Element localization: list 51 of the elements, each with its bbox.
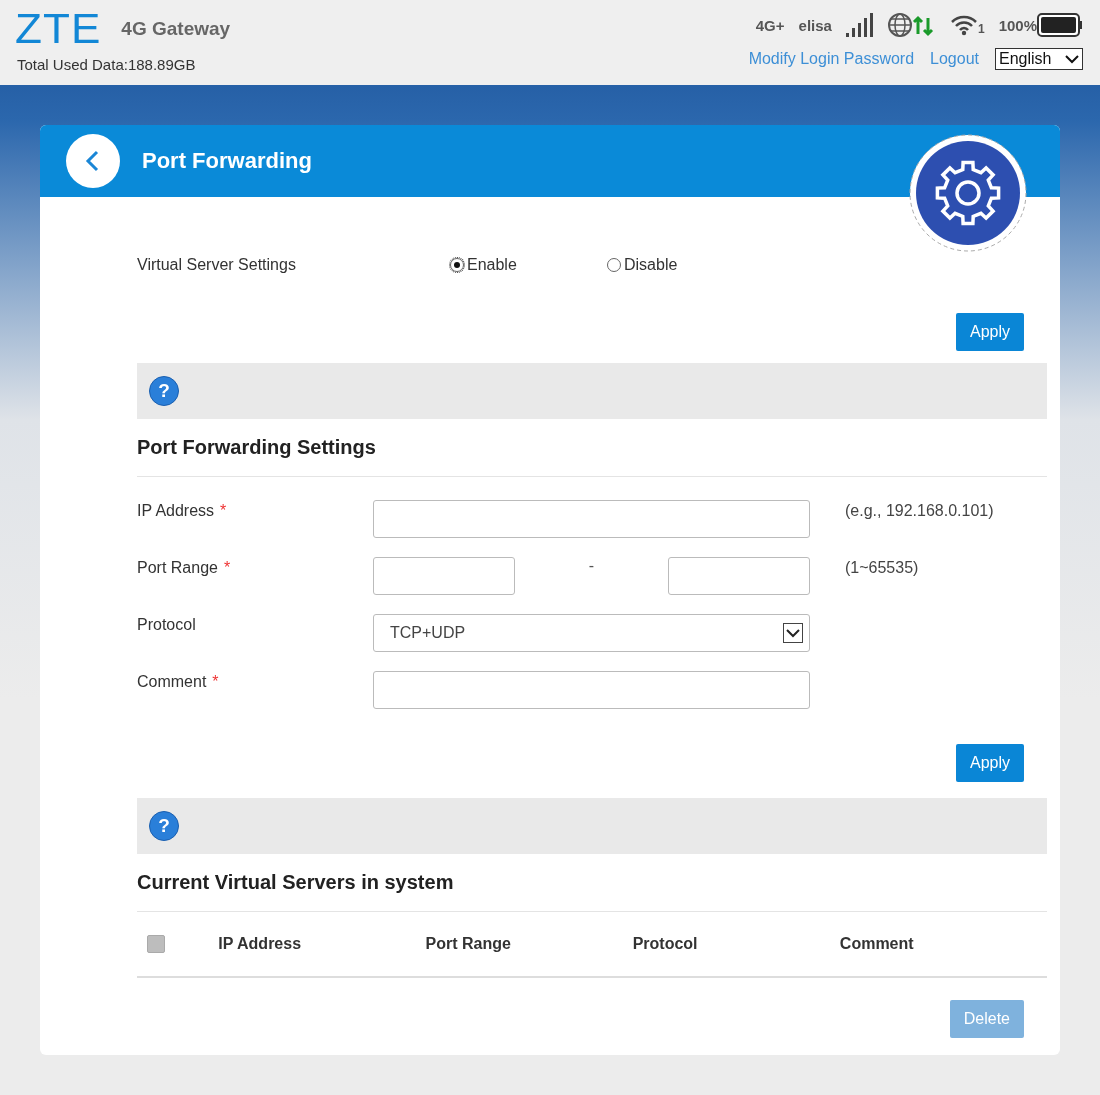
radio-label: Enable — [467, 256, 517, 274]
radio-button[interactable] — [450, 258, 464, 272]
column-header: Comment — [839, 935, 915, 953]
total-used-data: Total Used Data:188.89GB — [17, 56, 197, 73]
chevron-down-icon — [783, 623, 803, 643]
field-label: Port Range — [137, 559, 218, 577]
text-field[interactable] — [373, 671, 810, 709]
wifi-client-count: 1 — [977, 22, 985, 36]
section-title: Current Virtual Servers in system — [137, 854, 1047, 912]
field-hint: (1~65535) — [845, 558, 919, 577]
help-icon[interactable]: ? — [149, 811, 179, 841]
field-label: Comment — [137, 673, 207, 691]
operator-name: elisa — [798, 16, 832, 34]
back-button[interactable] — [66, 134, 120, 188]
section-title: Port Forwarding Settings — [137, 419, 1047, 477]
radio-option[interactable]: Disable — [607, 256, 764, 274]
apply-button[interactable]: Apply — [955, 313, 1024, 351]
apply-button[interactable]: Apply — [955, 744, 1024, 782]
radio-option[interactable]: Enable — [450, 256, 607, 274]
column-header: IP Address — [218, 935, 303, 953]
range-separator: - — [587, 557, 596, 576]
port-start-field[interactable] — [373, 557, 515, 595]
header-link[interactable]: Modify Login Password — [748, 50, 915, 68]
chevron-down-icon — [1065, 54, 1079, 64]
header-link[interactable]: Logout — [930, 50, 979, 68]
field-hint: (e.g., 192.168.0.101) — [845, 501, 994, 520]
globe-icon — [887, 12, 936, 38]
help-icon[interactable]: ? — [149, 376, 179, 406]
gear-icon — [908, 133, 1028, 253]
brand-logo: ZTE — [14, 8, 102, 50]
required-mark: * — [220, 502, 227, 520]
field-label: Virtual Server Settings — [137, 256, 297, 274]
radio-button[interactable] — [607, 258, 621, 272]
column-header: Protocol — [632, 935, 699, 953]
protocol-select[interactable]: TCP+UDP — [373, 614, 810, 652]
language-select[interactable]: English — [995, 48, 1083, 70]
battery-percent: 100% — [998, 16, 1037, 34]
product-name: 4G Gateway — [121, 18, 231, 40]
wifi-icon — [949, 14, 978, 36]
signal-icon — [845, 13, 874, 37]
field-label: IP Address — [137, 502, 215, 520]
port-end-field[interactable] — [668, 557, 810, 595]
page-title: Port Forwarding — [142, 148, 312, 174]
radio-label: Disable — [624, 256, 678, 274]
field-label: Protocol — [137, 616, 196, 634]
column-header: Port Range — [425, 935, 512, 953]
required-mark: * — [223, 559, 231, 577]
text-field[interactable] — [373, 500, 810, 538]
network-type: 4G+ — [755, 16, 785, 34]
required-mark: * — [212, 673, 219, 691]
battery-icon — [1037, 13, 1083, 37]
